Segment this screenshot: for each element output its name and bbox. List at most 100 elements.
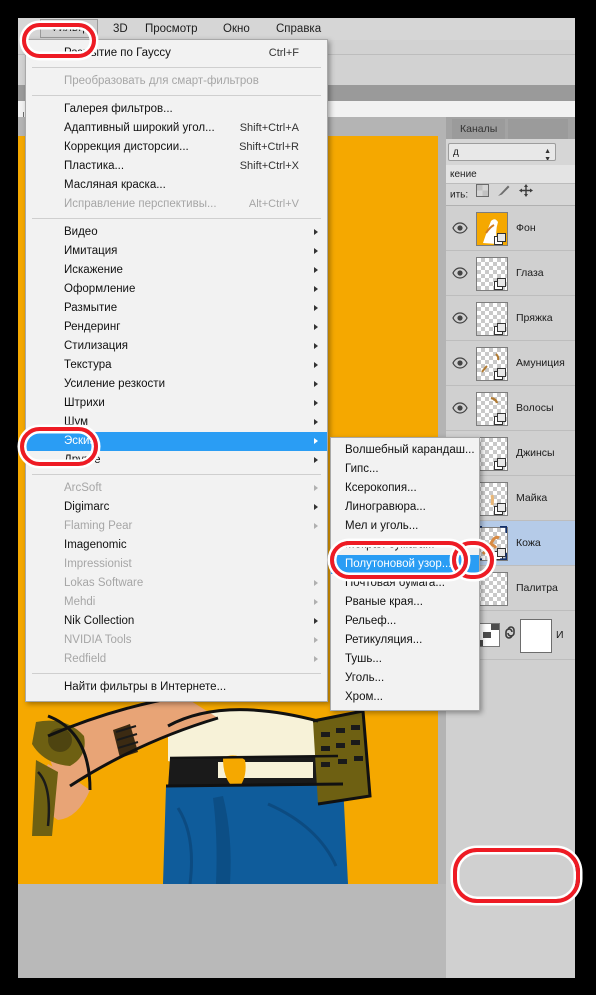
menu-item-filter-gallery[interactable]: Галерея фильтров... [26, 100, 327, 119]
blend-mode-select[interactable]: д ▲ ▼ [448, 143, 556, 161]
menu-item-nik-collection[interactable]: Nik Collection [26, 612, 327, 631]
menu-item-lokas-software[interactable]: Lokas Software [26, 574, 327, 593]
menu-view[interactable]: Просмотр [136, 20, 207, 38]
smart-object-badge-icon [494, 412, 506, 425]
menu-item-sharpen[interactable]: Усиление резкости [26, 375, 327, 394]
submenu-item-plaster[interactable]: Гипс... [331, 460, 479, 479]
blend-mode-row: д ▲ ▼ [446, 139, 575, 165]
menu-item-convert-smart-filters[interactable]: Преобразовать для смарт-фильтров [26, 72, 327, 91]
table-row[interactable]: Волосы [446, 386, 575, 431]
menu-item-lens-correction[interactable]: Коррекция дисторсии... Shift+Ctrl+R [26, 138, 327, 157]
submenu-item-bas-relief[interactable]: Рельеф... [331, 612, 479, 631]
menu-item-texture[interactable]: Текстура [26, 356, 327, 375]
menu-bar: Фильтр 3D Просмотр Окно Справка [18, 18, 575, 41]
submenu-item-charcoal[interactable]: Уголь... [331, 669, 479, 688]
move-lock-icon[interactable] [518, 184, 533, 205]
menu-item-brush-strokes[interactable]: Штрихи [26, 394, 327, 413]
chevron-right-icon [314, 599, 318, 605]
chevron-updown-icon[interactable]: ▲ ▼ [544, 148, 551, 160]
menu-item-impressionist[interactable]: Impressionist [26, 555, 327, 574]
submenu-item-conte-crayon[interactable]: Волшебный карандаш... [331, 441, 479, 460]
table-row[interactable]: Фон [446, 206, 575, 251]
menu-item-other[interactable]: Другое [26, 451, 327, 470]
menu-item-imagenomic[interactable]: Imagenomic [26, 536, 327, 555]
layer-thumbnail[interactable] [476, 302, 508, 336]
layer-thumbnail[interactable] [476, 392, 508, 426]
menu-item-blur[interactable]: Размытие [26, 299, 327, 318]
layer-mask-thumbnail[interactable] [520, 619, 552, 653]
opacity-row[interactable]: кение [446, 165, 575, 184]
layer-thumbnail[interactable] [476, 572, 508, 606]
eye-icon[interactable] [452, 356, 468, 369]
smart-object-badge-icon [494, 502, 506, 515]
menu-item-nvidia-tools[interactable]: NVIDIA Tools [26, 631, 327, 650]
chevron-right-icon [314, 637, 318, 643]
link-mask-icon[interactable] [504, 625, 516, 643]
eye-icon[interactable] [452, 266, 468, 279]
eye-icon[interactable] [452, 311, 468, 324]
menu-item-stylize[interactable]: Стилизация [26, 337, 327, 356]
menu-item-artistic[interactable]: Имитация [26, 242, 327, 261]
layer-thumbnail[interactable] [476, 257, 508, 291]
menu-item-adaptive-wide-angle[interactable]: Адаптивный широкий угол... Shift+Ctrl+A [26, 119, 327, 138]
submenu-item-stamp[interactable]: Линогравюра... [331, 498, 479, 517]
menu-item-video[interactable]: Видео [26, 223, 327, 242]
submenu-item-chrome[interactable]: Хром... [331, 688, 479, 707]
menu-item-flaming-pear[interactable]: Flaming Pear [26, 517, 327, 536]
menu-item-render[interactable]: Рендеринг [26, 318, 327, 337]
table-row[interactable]: Пряжка [446, 296, 575, 341]
tab-paths[interactable] [508, 119, 568, 139]
menu-item-pixelate[interactable]: Оформление [26, 280, 327, 299]
layer-thumbnail[interactable] [476, 212, 508, 246]
chevron-right-icon [314, 286, 318, 292]
tab-channels[interactable]: Каналы [452, 119, 506, 139]
menu-item-oil-paint[interactable]: Масляная краска... [26, 176, 327, 195]
chevron-right-icon [314, 438, 318, 444]
submenu-item-note-paper[interactable]: Почтовая бумага... [331, 574, 479, 593]
submenu-item-reticulation[interactable]: Ретикуляция... [331, 631, 479, 650]
divider [32, 673, 321, 674]
layer-thumbnail[interactable] [476, 347, 508, 381]
menu-item-find-filters-online[interactable]: Найти фильтры в Интернете... [26, 678, 327, 697]
table-row[interactable]: Амуниция [446, 341, 575, 386]
menu-help[interactable]: Справка [267, 20, 330, 38]
brush-lock-icon[interactable] [497, 184, 511, 205]
menu-item-distort[interactable]: Искажение [26, 261, 327, 280]
menu-item-liquify[interactable]: Пластика... Shift+Ctrl+X [26, 157, 327, 176]
submenu-item-water-paper[interactable]: Мокрая бумага... [331, 536, 479, 555]
menu-item-redfield[interactable]: Redfield [26, 650, 327, 669]
layer-thumbnail[interactable] [476, 437, 508, 471]
filter-dropdown-menu[interactable]: Размытие по Гауссу Ctrl+F Преобразовать д… [25, 39, 328, 702]
menu-filter[interactable]: Фильтр [40, 19, 98, 38]
menu-item-arcsoft[interactable]: ArcSoft [26, 479, 327, 498]
submenu-item-graphic-pen[interactable]: Тушь... [331, 650, 479, 669]
smart-object-badge-icon [494, 457, 506, 470]
submenu-item-halftone-pattern[interactable]: Полутоновой узор... [331, 555, 479, 574]
menu-3d[interactable]: 3D [104, 20, 137, 38]
menu-item-digimarc[interactable]: Digimarc [26, 498, 327, 517]
menu-item-mehdi[interactable]: Mehdi [26, 593, 327, 612]
table-row[interactable]: Глаза [446, 251, 575, 296]
submenu-item-torn-edges[interactable]: Рваные края... [331, 593, 479, 612]
menu-item-vanishing-point[interactable]: Исправление перспективы... Alt+Ctrl+V [26, 195, 327, 214]
menu-window[interactable]: Окно [214, 20, 259, 38]
sketch-submenu[interactable]: Волшебный карандаш... Гипс... Ксерокопия… [330, 437, 480, 711]
submenu-item-photocopy[interactable]: Ксерокопия... [331, 479, 479, 498]
menu-item-gaussian-blur[interactable]: Размытие по Гауссу Ctrl+F [26, 44, 327, 63]
submenu-item-chalk-charcoal[interactable]: Мел и уголь... [331, 517, 479, 536]
transparency-lock-icon[interactable] [475, 184, 489, 205]
chevron-right-icon [314, 248, 318, 254]
layer-thumbnail[interactable] [476, 482, 508, 516]
chevron-right-icon [314, 580, 318, 586]
layer-name: Фон [516, 222, 536, 234]
eye-icon[interactable] [452, 221, 468, 234]
smart-object-badge-icon [494, 232, 506, 245]
layer-name: Пряжка [516, 312, 553, 324]
eye-icon[interactable] [452, 401, 468, 414]
chevron-right-icon [314, 618, 318, 624]
chevron-right-icon [314, 343, 318, 349]
menu-item-noise[interactable]: Шум [26, 413, 327, 432]
photoshop-app: Фильтр 3D Просмотр Окно Справка 3D-режим… [18, 18, 575, 978]
divider [32, 67, 321, 68]
menu-item-sketch[interactable]: Эскиз [26, 432, 327, 451]
